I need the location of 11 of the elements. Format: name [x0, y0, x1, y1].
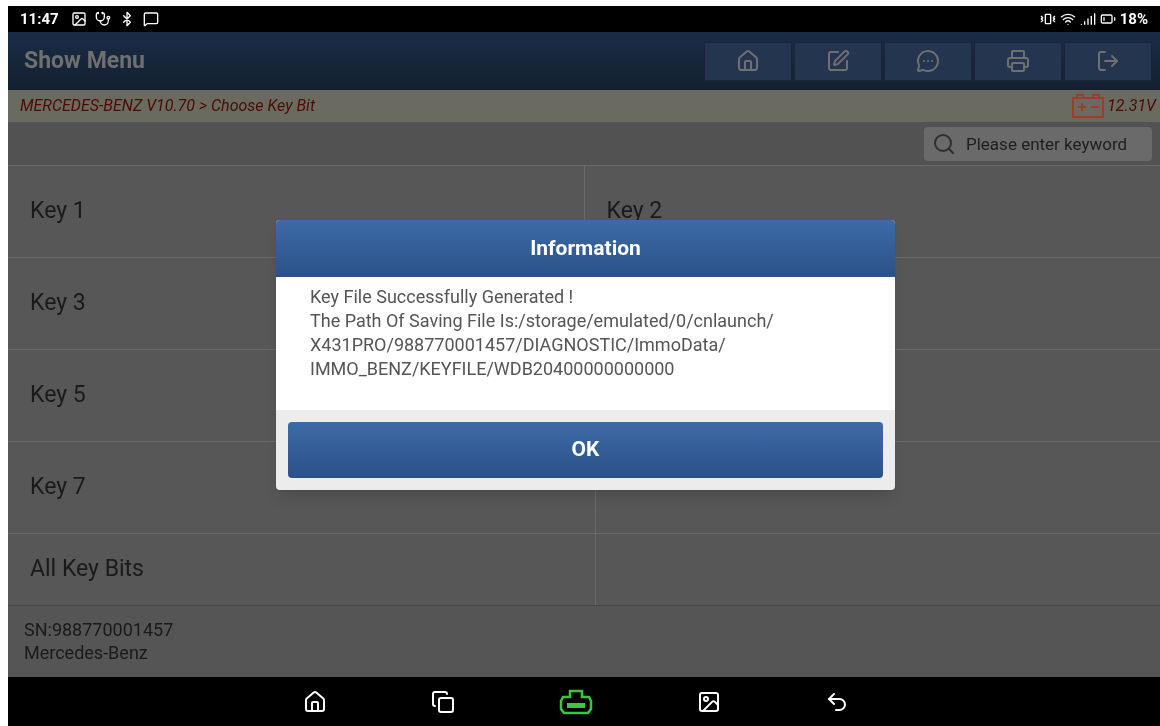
- page-title: Show Menu: [24, 45, 145, 76]
- dialog-message-line: Key File Successfully Generated !: [310, 285, 575, 309]
- dialog-message-line: The Path Of Saving File Is:/storage/emulated/0/cnlaunch/: [310, 309, 775, 333]
- dialog-message-line: X431PRO/988770001457/DIAGNOSTIC/ImmoData/: [310, 333, 727, 357]
- breadcrumb: MERCEDES-BENZ V10.70 > Choose Key Bit: [20, 95, 315, 117]
- dialog-message-line: IMMO_BENZ/KEYFILE/WDB20400000000000: [310, 357, 676, 381]
- battery-percent: 18%: [1119, 8, 1148, 30]
- clock: 11:47: [20, 8, 59, 30]
- voltage-reading: 12.31V: [1107, 95, 1156, 117]
- vehicle-make: Mercedes-Benz: [24, 641, 149, 664]
- serial-number: SN:988770001457: [24, 619, 175, 642]
